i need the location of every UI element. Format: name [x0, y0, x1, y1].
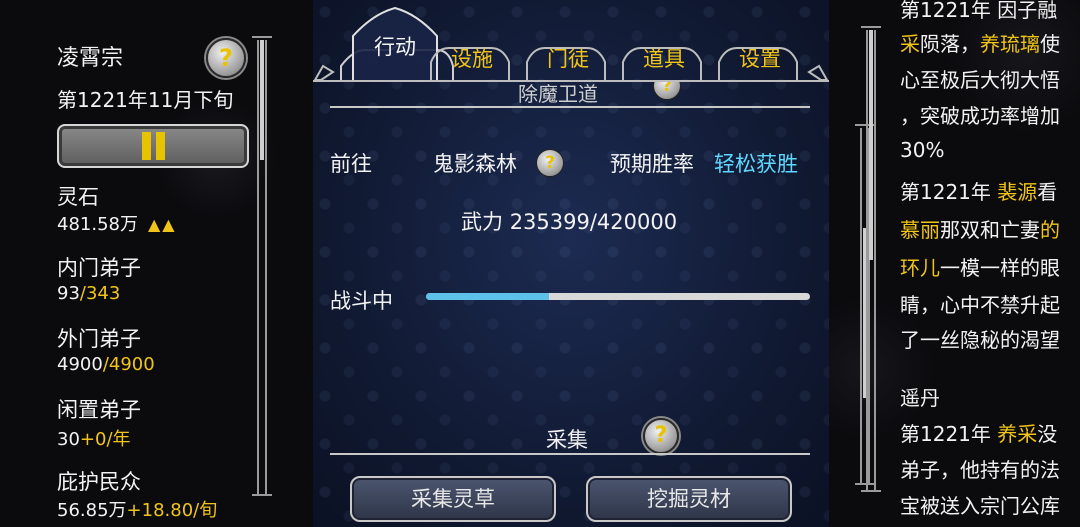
help-icon[interactable]: ? [653, 82, 681, 100]
stat-label-idle-disciples: 闲置弟子 [57, 398, 141, 422]
stat-value-protected-people: 56.85万+18.80/旬 [57, 500, 218, 521]
tab-facilities[interactable]: 设施 [433, 40, 511, 78]
log-line: 第1221年 因子融 [900, 0, 1057, 28]
scrollbar-cap [252, 36, 272, 38]
tab-items[interactable]: 道具 [625, 40, 703, 78]
scrollbar-cap [861, 26, 881, 28]
log-highlight-name: 采 [900, 32, 920, 56]
sect-status-panel: 凌霄宗 ? 第1221年11月下旬 灵石 481.58万 ▲▲ 内门弟子 93/3… [0, 0, 275, 527]
battle-progress-fill [426, 293, 549, 300]
log-line: 弟子，他持有的法 [900, 452, 1060, 488]
log-line: 宝被送入宗门公库 [900, 488, 1060, 524]
log-line: ，突破成功率增加 [900, 98, 1060, 134]
expected-win-value: 轻松获胜 [714, 152, 798, 176]
log-highlight-name: 慕丽 [900, 218, 940, 242]
sect-name: 凌霄宗 [57, 46, 124, 71]
log-line: 心至极后大彻大悟 [900, 62, 1060, 98]
scrolled-content-clip: 除魔卫道 ? [313, 82, 829, 106]
trend-up-icon: ▲▲ [147, 215, 177, 234]
mine-materials-button[interactable]: 挖掘灵材 [586, 476, 792, 522]
destination-name[interactable]: 鬼影森林 [433, 148, 517, 178]
log-text: 弟子，他持有的法 [900, 458, 1060, 482]
stat-label-spirit-stones: 灵石 [57, 185, 99, 209]
event-log-panel: 第1221年 因子融 采陨落，养琉璃使 心至极后大彻大悟 ，突破成功率增加 30% 第12… [900, 0, 1080, 527]
help-icon[interactable]: ? [536, 149, 564, 177]
left-scrollbar[interactable] [257, 40, 267, 495]
stat-label-inner-disciples: 内门弟子 [57, 256, 141, 280]
stat-value-outer-disciples: 4900/4900 [57, 354, 155, 375]
stat-value-inner-disciples: 93/343 [57, 283, 121, 304]
log-text: 没 [1037, 422, 1058, 446]
log-line: 慕丽那双和亡妻的 [900, 212, 1060, 248]
log-text: 心至极后大彻大悟 [900, 68, 1060, 92]
log-highlight-name: 养琉璃 [980, 32, 1040, 56]
battle-status-label: 战斗中 [330, 289, 393, 313]
log-highlight-name: 的 [1040, 218, 1060, 242]
stat-label-outer-disciples: 外门弟子 [57, 327, 141, 351]
log-line: 第1221年 养采没 [900, 416, 1057, 452]
log-text: 了一丝隐秘的渴望 [900, 328, 1060, 352]
goto-label: 前往 [330, 152, 372, 176]
log-highlight-name: 环儿 [900, 256, 940, 280]
scrollbar-cap [252, 494, 272, 496]
log-text: 第1221年 [900, 180, 998, 204]
log-line: 采陨落，养琉璃使 [900, 26, 1060, 62]
gather-herbs-button[interactable]: 采集灵草 [350, 476, 556, 522]
pause-icon [156, 132, 165, 160]
log-line: 环儿一模一样的眼 [900, 250, 1060, 286]
log-line: 睛，心中不禁升起 [900, 287, 1060, 323]
scrollbar-thumb[interactable] [260, 40, 264, 160]
stat-value-idle-disciples: 30+0/年 [57, 429, 131, 450]
help-icon[interactable]: ? [206, 38, 246, 78]
log-text: 宝被送入宗门公库 [900, 494, 1060, 518]
scrollbar-thumb[interactable] [869, 30, 873, 260]
log-text: 第1221年 [900, 422, 998, 446]
expected-win-label: 预期胜率 [610, 152, 694, 176]
battle-progress-bar [426, 293, 810, 300]
tab-disciples[interactable]: 门徒 [529, 40, 607, 78]
game-date: 第1221年11月下旬 [57, 88, 234, 112]
stat-value-spirit-stones: 481.58万 ▲▲ [57, 214, 177, 235]
log-line: 第1221年 裴源看 [900, 174, 1057, 210]
tab-action[interactable]: 行动 [353, 28, 437, 66]
log-text: 看 [1037, 180, 1058, 204]
log-text: 那双和亡妻 [940, 218, 1040, 242]
log-text: 第1221年 因子融 [900, 0, 1058, 22]
log-highlight-name: 养采 [997, 422, 1038, 446]
log-line: 遥丹 [900, 380, 940, 416]
log-scrollbar[interactable] [866, 30, 876, 490]
action-panel: 行动 设施 门徒 道具 设置 除魔卫道 ? 前往 鬼影森林 ? 预期胜率 轻松获… [313, 0, 829, 527]
log-text: 陨落， [920, 32, 980, 56]
tab-settings[interactable]: 设置 [721, 40, 799, 78]
log-text: 使 [1040, 32, 1060, 56]
help-icon[interactable]: ? [643, 418, 679, 454]
section-title-demon-slaying: 除魔卫道 [518, 82, 598, 106]
pause-button[interactable] [57, 124, 249, 168]
stat-label-protected-people: 庇护民众 [57, 470, 141, 494]
force-stat: 武力 235399/420000 [461, 210, 678, 234]
log-text: 睛，心中不禁升起 [900, 293, 1060, 317]
log-highlight-name: 裴源 [997, 180, 1038, 204]
log-text: 一模一样的眼 [940, 256, 1060, 280]
log-text: 遥丹 [900, 386, 940, 410]
pause-icon [142, 132, 151, 160]
log-text: ，突破成功率增加 [900, 104, 1060, 128]
scrollbar-cap [861, 490, 881, 492]
log-line: 30% [900, 132, 944, 168]
log-line: 了一丝隐秘的渴望 [900, 322, 1060, 358]
log-text: 30% [900, 138, 945, 162]
section-divider [330, 453, 810, 455]
section-divider [330, 106, 810, 108]
collect-section-title: 采集 [546, 428, 588, 452]
